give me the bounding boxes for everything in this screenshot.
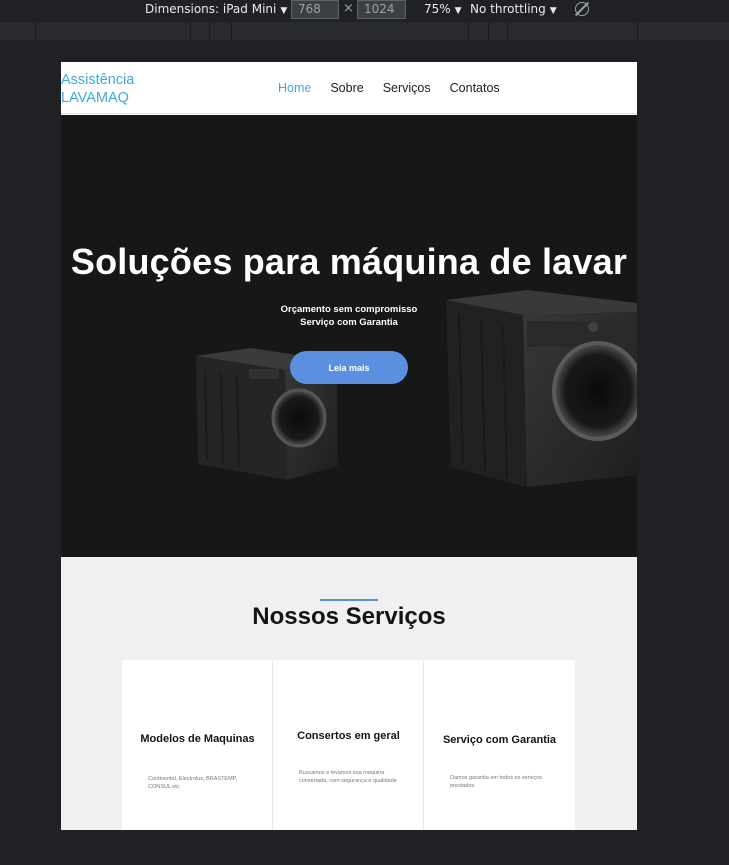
device-height-input[interactable]: 1024 [357,0,406,19]
read-more-button[interactable]: Leia mais [290,351,408,384]
hero-subtitle: Orçamento sem compromisso Serviço com Ga… [61,303,637,329]
service-card-desc: Continental, Electrolux, BRASTEMP, CONSU… [148,776,238,790]
rotate-icon[interactable] [575,2,589,16]
nav-link-contatos[interactable]: Contatos [450,81,500,95]
main-menu: Home Sobre Serviços Contatos [278,81,500,95]
ruler-segment[interactable] [190,22,191,40]
brand-line-1: Assistência [61,72,135,88]
throttling-label: No throttling [470,2,546,16]
chevron-down-icon: ▼ [549,6,557,16]
site-navbar: Assistência LAVAMAQ Home Sobre Serviços … [61,62,637,114]
hero-subtitle-line-2: Serviço com Garantia [300,317,398,328]
ruler-segment[interactable] [637,22,638,40]
device-width-input[interactable]: 768 [291,0,339,19]
service-card: Consertos em geral Buscamos e levamos su… [273,660,424,830]
nav-link-home[interactable]: Home [278,81,311,95]
ruler-segment[interactable] [468,22,469,40]
service-card-title: Serviço com Garantia [442,734,557,746]
brand-line-2: LAVAMAQ [61,90,129,106]
nav-link-servicos[interactable]: Serviços [383,81,431,95]
service-card-desc: Damos garantia em todos os serviços pres… [450,775,543,789]
ruler-segment[interactable] [209,22,210,40]
services-cards: Modelos de Maquinas Continental, Electro… [122,660,575,830]
ruler-segment[interactable] [507,22,508,40]
media-query-ruler[interactable] [0,22,729,40]
emulated-page: Assistência LAVAMAQ Home Sobre Serviços … [61,62,637,830]
service-card: Serviço com Garantia Damos garantia em t… [424,660,575,830]
ruler-segment[interactable] [488,22,489,40]
device-dimensions-label: Dimensions: iPad Mini [145,2,277,16]
nav-link-sobre[interactable]: Sobre [330,81,363,95]
washing-machines-image [196,290,637,487]
services-title: Nossos Serviços [252,603,446,630]
hero-subtitle-line-1: Orçamento sem compromisso [280,304,418,315]
chevron-down-icon: ▼ [280,6,288,16]
throttling-dropdown[interactable]: No throttling ▼ [470,2,557,16]
section-accent-line [320,599,378,601]
services-section: Nossos Serviços Modelos de Maquinas Cont… [61,557,637,830]
brand-logo-link[interactable]: Assistência LAVAMAQ [61,71,134,107]
device-dimensions-dropdown[interactable]: Dimensions: iPad Mini ▼ [145,2,287,16]
hero-title: Soluções para máquina de lavar [70,241,628,282]
service-card-desc: Buscamos e levamos sua maquina consertad… [299,770,397,784]
service-card-title: Modelos de Maquinas [140,733,255,745]
dimension-separator: × [343,1,354,16]
zoom-label: 75% [424,2,451,16]
hero-section: Soluções para máquina de lavar Orçamento… [61,115,637,557]
service-card: Modelos de Maquinas Continental, Electro… [122,660,273,830]
ruler-segment[interactable] [35,22,36,40]
ruler-segment[interactable] [231,22,232,40]
chevron-down-icon: ▼ [454,6,462,16]
devtools-device-toolbar: Dimensions: iPad Mini ▼ 768 × 1024 75% ▼ N… [0,0,729,20]
service-card-title: Consertos em geral [297,730,400,742]
zoom-dropdown[interactable]: 75% ▼ [424,2,462,16]
